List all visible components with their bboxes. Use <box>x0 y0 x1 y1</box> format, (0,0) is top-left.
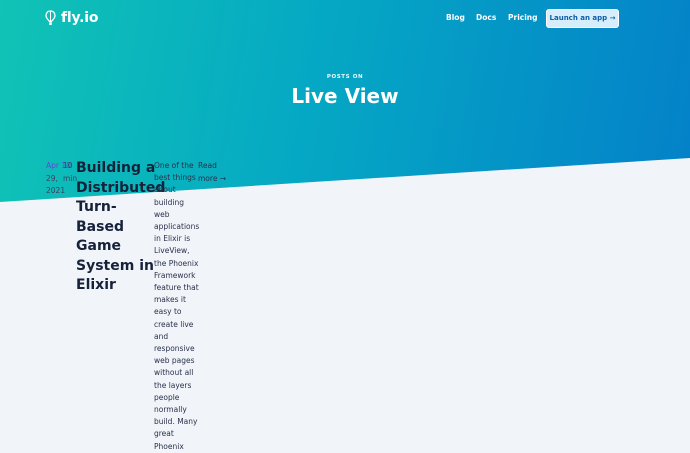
top-nav: fly.io Blog Docs Pricing Launch an app → <box>0 0 690 40</box>
launch-app-button[interactable]: Launch an app → <box>546 9 619 28</box>
nav-link-pricing[interactable]: Pricing <box>508 13 538 22</box>
balloon-icon <box>45 10 56 25</box>
post-date-year: 2021 <box>46 186 66 195</box>
read-more-link[interactable]: Read more → <box>198 160 232 185</box>
logo-link[interactable]: fly.io <box>45 10 98 26</box>
nav-link-docs[interactable]: Docs <box>476 13 496 22</box>
hero-eyebrow: POSTS ON <box>326 74 364 80</box>
post-excerpt: One of the best things about building we… <box>154 161 200 451</box>
post-title-link[interactable]: Building a Distributed Turn-Based Game S… <box>76 159 165 296</box>
page-title: Live View <box>291 84 399 108</box>
nav-link-blog[interactable]: Blog <box>446 13 465 22</box>
brand-name: fly.io <box>61 10 99 26</box>
